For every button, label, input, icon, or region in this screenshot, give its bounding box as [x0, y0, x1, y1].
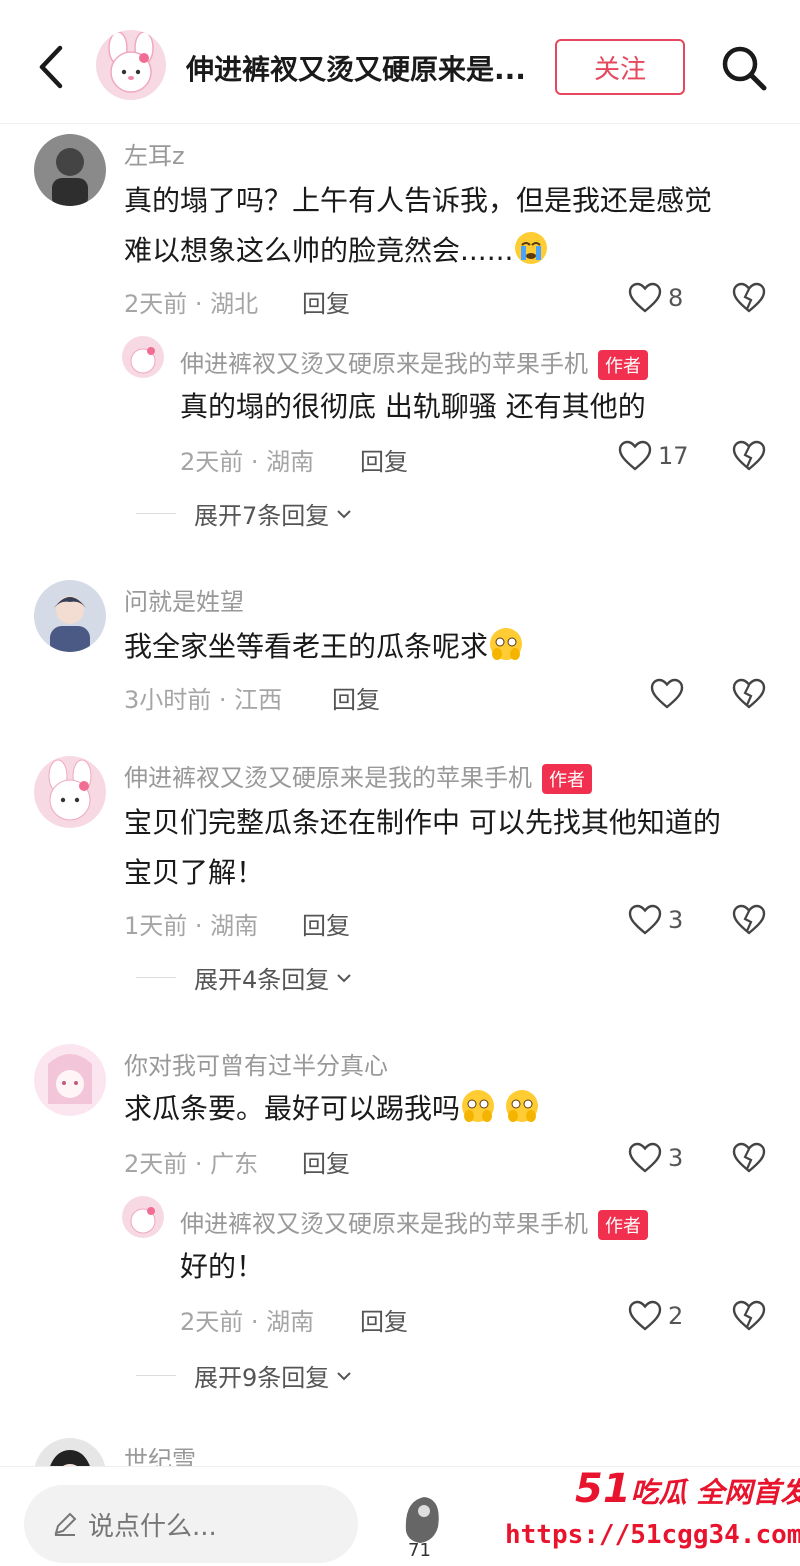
comment-text-line: 宝贝们完整瓜条还在制作中 可以先找其他知道的: [124, 806, 721, 839]
comment-text-line: 我全家坐等看老王的瓜条呢求: [124, 630, 489, 663]
watermark-brand-num: 51: [575, 1466, 631, 1512]
like-count: 3: [668, 1144, 684, 1172]
watermark-brand: 51吃瓜 全网首发: [575, 1466, 800, 1512]
author-badge: 作者: [598, 350, 648, 380]
pleading-emoji-icon: [488, 626, 524, 662]
watermark-url: https://51cgg34.com: [505, 1520, 800, 1550]
expand-replies-label: 展开9条回复: [194, 1364, 330, 1392]
expand-replies-button[interactable]: 展开9条回复: [136, 1358, 353, 1393]
reply-meta: 2天前 · 湖南: [180, 1308, 315, 1336]
commenter-avatar[interactable]: [34, 580, 106, 652]
expand-replies-button[interactable]: 展开4条回复: [136, 960, 353, 995]
comment-meta: 1天前 · 湖南: [124, 912, 259, 940]
like-button[interactable]: 17: [618, 440, 689, 472]
reply-button[interactable]: 回复: [302, 906, 350, 941]
comment-meta: 2天前 · 广东: [124, 1150, 259, 1178]
top-bar: 伸进裤衩又烫又硬原来是... 关注: [0, 0, 800, 124]
divider: [136, 513, 176, 514]
like-button[interactable]: 8: [628, 282, 683, 314]
chevron-down-icon: [337, 1371, 351, 1380]
heart-icon: [618, 440, 652, 471]
commenter-name[interactable]: 伸进裤衩又烫又硬原来是我的苹果手机 作者: [124, 758, 592, 794]
heart-icon: [628, 1142, 662, 1173]
reply-author-name[interactable]: 伸进裤衩又烫又硬原来是我的苹果手机 作者: [180, 1204, 648, 1240]
comment-text: 宝贝们完整瓜条还在制作中 可以先找其他知道的 宝贝了解！: [124, 798, 774, 898]
pencil-icon: [54, 1512, 77, 1536]
comment-text-line: 宝贝了解！: [124, 856, 265, 889]
author-avatar[interactable]: [96, 30, 166, 100]
heart-icon: [628, 282, 662, 313]
like-button[interactable]: 2: [628, 1300, 683, 1332]
reply-button[interactable]: 回复: [302, 284, 350, 319]
heart-icon: [650, 678, 684, 709]
like-count: 2: [668, 1302, 684, 1330]
reply-author-name-text: 伸进裤衩又烫又硬原来是我的苹果手机: [180, 350, 588, 378]
pleading-emoji-icon: [460, 1088, 496, 1124]
search-icon[interactable]: [718, 42, 770, 94]
reply-meta: 2天前 · 湖南: [180, 448, 315, 476]
reply-button[interactable]: 回复: [360, 442, 408, 477]
reply-text: 好的！: [180, 1250, 265, 1283]
heart-icon: [628, 904, 662, 935]
like-count: 8: [668, 284, 684, 312]
heart-icon: [628, 1300, 662, 1331]
like-count: 3: [668, 906, 684, 934]
author-badge: 作者: [542, 764, 592, 794]
reply-button[interactable]: 回复: [332, 680, 380, 715]
divider: [136, 1375, 176, 1376]
comment-text-line: 求瓜条要。最好可以踢我吗: [124, 1092, 461, 1125]
like-button[interactable]: [650, 678, 684, 710]
comment-text-line: 难以想象这么帅的脸竟然会......: [124, 226, 774, 276]
follow-button[interactable]: 关注: [555, 39, 685, 95]
chevron-down-icon: [337, 509, 351, 518]
commenter-name[interactable]: 你对我可曾有过半分真心: [124, 1046, 388, 1081]
expand-replies-label: 展开4条回复: [194, 966, 330, 994]
commenter-name-text: 伸进裤衩又烫又硬原来是我的苹果手机: [124, 764, 532, 792]
reply-author-name[interactable]: 伸进裤衩又烫又硬原来是我的苹果手机 作者: [180, 344, 648, 380]
back-arrow-icon[interactable]: [30, 42, 74, 92]
chevron-down-icon: [337, 973, 351, 982]
comment-text: 真的塌了吗？上午有人告诉我，但是我还是感觉 难以想象这么帅的脸竟然会......: [124, 176, 774, 276]
divider: [136, 977, 176, 978]
reply-button[interactable]: 回复: [360, 1302, 408, 1337]
author-badge: 作者: [598, 1210, 648, 1240]
like-button[interactable]: 3: [628, 904, 683, 936]
comment-text: 求瓜条要。最好可以踢我吗: [124, 1084, 774, 1134]
commenter-avatar[interactable]: [34, 134, 106, 206]
like-count: 17: [658, 442, 689, 470]
author-reply-avatar[interactable]: [122, 336, 164, 378]
commenter-avatar[interactable]: [34, 1044, 106, 1116]
interaction-count: 71: [408, 1540, 431, 1561]
comment-meta: 2天前 · 湖北: [124, 290, 259, 318]
reply-author-name-text: 伸进裤衩又烫又硬原来是我的苹果手机: [180, 1210, 588, 1238]
commenter-name[interactable]: 问就是姓望: [124, 582, 244, 617]
page-title: 伸进裤衩又烫又硬原来是...: [186, 53, 526, 86]
pleading-emoji-icon: [504, 1088, 540, 1124]
broken-heart-icon[interactable]: [732, 1300, 766, 1336]
broken-heart-icon[interactable]: [732, 282, 766, 318]
broken-heart-icon[interactable]: [732, 440, 766, 476]
comment-input[interactable]: 说点什么...: [24, 1485, 358, 1563]
broken-heart-icon[interactable]: [732, 1142, 766, 1178]
expand-replies-button[interactable]: 展开7条回复: [136, 496, 353, 531]
commenter-name[interactable]: 左耳z: [124, 136, 185, 171]
comment-text-line: 真的塌了吗？上午有人告诉我，但是我还是感觉: [124, 184, 713, 217]
comment-meta: 3小时前 · 江西: [124, 686, 283, 714]
crying-emoji-icon: [513, 230, 549, 266]
broken-heart-icon[interactable]: [732, 678, 766, 714]
comment-input-placeholder: 说点什么...: [88, 1511, 217, 1542]
reply-text: 真的塌的很彻底 出轨聊骚 还有其他的: [180, 390, 646, 423]
expand-replies-label: 展开7条回复: [194, 502, 330, 530]
reply-button[interactable]: 回复: [302, 1144, 350, 1179]
comment-text-line2: 难以想象这么帅的脸竟然会......: [124, 234, 514, 267]
author-reply-avatar[interactable]: [122, 1196, 164, 1238]
like-button[interactable]: 3: [628, 1142, 683, 1174]
watermark: 51吃瓜 全网首发 https://51cgg34.com: [495, 1426, 800, 1566]
author-avatar[interactable]: [34, 756, 106, 828]
comment-text: 我全家坐等看老王的瓜条呢求: [124, 622, 774, 672]
broken-heart-icon[interactable]: [732, 904, 766, 940]
watermark-brand-text: 吃瓜 全网首发: [630, 1476, 800, 1509]
